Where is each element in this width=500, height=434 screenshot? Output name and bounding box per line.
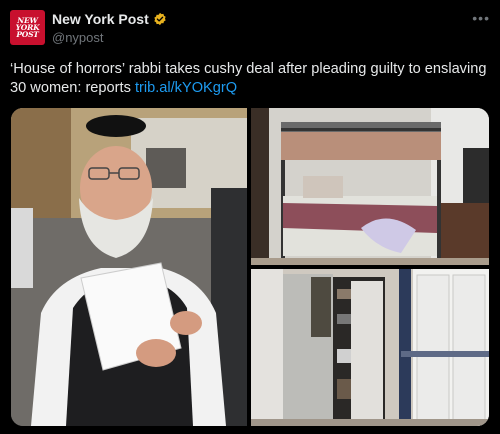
tweet-text: ‘House of horrors’ rabbi takes cushy dea… [10,60,490,98]
handle[interactable]: @nypost [52,30,104,45]
avatar[interactable]: NEW YORK POST [10,10,45,45]
closet-illustration [251,269,489,426]
closet-photo[interactable] [251,269,489,426]
verified-badge-icon [154,12,166,26]
rabbi-photo[interactable] [11,108,247,426]
bunk-bed-illustration [251,108,489,265]
avatar-text-line-3: POST [16,30,39,39]
bunk-bed-photo[interactable] [251,108,489,265]
rabbi-photo-illustration [11,108,247,426]
media-grid [11,108,489,426]
tweet-body: ‘House of horrors’ rabbi takes cushy dea… [10,61,487,96]
display-name[interactable]: New York Post [52,11,149,27]
author-row: New York Post [52,11,167,27]
tweet-card[interactable]: NEW YORK POST New York Post @nypost ••• … [0,0,500,434]
more-horizontal-icon[interactable]: ••• [472,10,490,26]
tweet-link[interactable]: trib.al/kYOKgrQ [135,80,237,96]
